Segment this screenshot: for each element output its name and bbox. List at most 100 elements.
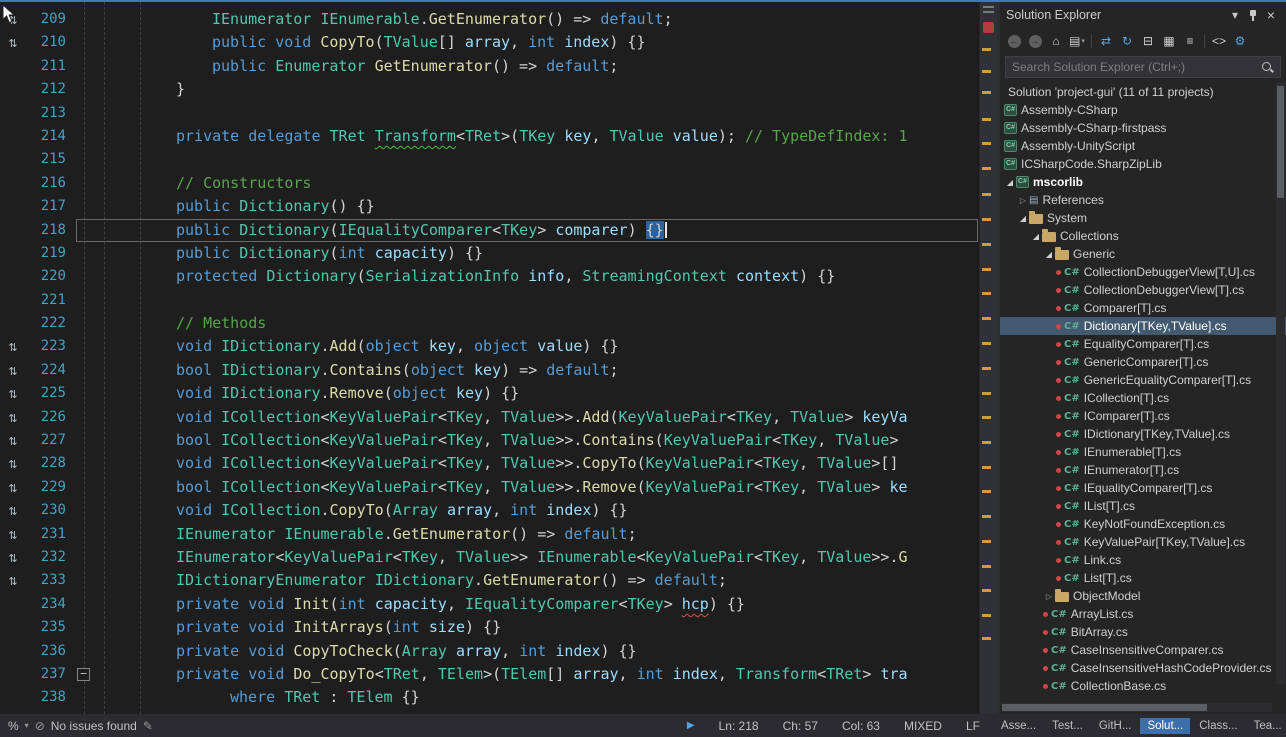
collapse-arrow-icon[interactable]: ◢: [1004, 178, 1016, 187]
collapse-arrow-icon[interactable]: ◢: [1043, 250, 1055, 259]
implements-icon[interactable]: ⇅: [8, 552, 17, 565]
tree-item[interactable]: C#CollectionDebuggerView[T].cs: [1000, 281, 1286, 299]
expand-arrow-icon[interactable]: ▷: [1043, 592, 1055, 601]
tree-horizontal-scrollbar[interactable]: [1002, 703, 1272, 712]
tree-item[interactable]: C#IComparer[T].cs: [1000, 407, 1286, 425]
tree-vertical-scrollbar[interactable]: [1276, 82, 1285, 684]
code-line[interactable]: ⇅233IDictionaryEnumerator IDictionary.Ge…: [0, 569, 979, 592]
sync-with-active-document-button[interactable]: ⇄: [1096, 31, 1116, 51]
toolwindow-menu-icon[interactable]: ▾: [1226, 6, 1244, 24]
code-line[interactable]: 236private void CopyToCheck(Array array,…: [0, 640, 979, 663]
tree-item[interactable]: C#CaseInsensitiveHashCodeProvider.cs: [1000, 659, 1286, 677]
properties-button[interactable]: ≡: [1180, 31, 1200, 51]
zoom-control[interactable]: % ▾: [8, 719, 29, 733]
code-line[interactable]: 218public Dictionary(IEqualityComparer<T…: [0, 219, 979, 242]
collapse-region-button[interactable]: −: [77, 668, 90, 681]
code-line[interactable]: ⇅224bool IDictionary.Contains(object key…: [0, 359, 979, 382]
tree-item[interactable]: ◢System: [1000, 209, 1286, 227]
tree-item[interactable]: C#Assembly-CSharp-firstpass: [1000, 119, 1286, 137]
tree-item[interactable]: C#KeyValuePair[TKey,TValue].cs: [1000, 533, 1286, 551]
panel-tab[interactable]: Test...: [1045, 718, 1090, 734]
implements-icon[interactable]: ⇅: [8, 14, 17, 27]
implements-icon[interactable]: ⇅: [8, 458, 17, 471]
code-editor[interactable]: ⇅209IEnumerator IEnumerable.GetEnumerato…: [0, 2, 997, 714]
expand-arrow-icon[interactable]: ▷: [1017, 196, 1029, 205]
code-line[interactable]: 213: [0, 102, 979, 125]
implements-icon[interactable]: ⇅: [8, 435, 17, 448]
tree-item[interactable]: C#IEnumerable[T].cs: [1000, 443, 1286, 461]
code-line[interactable]: 220protected Dictionary(SerializationInf…: [0, 265, 979, 288]
tree-item[interactable]: C#EqualityComparer[T].cs: [1000, 335, 1286, 353]
navigate-indicator-icon[interactable]: ▶: [687, 720, 695, 731]
code-line[interactable]: ⇅232IEnumerator<KeyValuePair<TKey, TValu…: [0, 546, 979, 569]
code-line[interactable]: 212}: [0, 78, 979, 101]
panel-tab[interactable]: Solut...: [1140, 718, 1190, 734]
tree-item[interactable]: Solution 'project-gui' (11 of 11 project…: [1000, 83, 1286, 101]
line-indicator[interactable]: Ln: 218: [719, 719, 759, 733]
back-button[interactable]: ←: [1004, 31, 1024, 51]
panel-tab[interactable]: GitH...: [1092, 718, 1139, 734]
search-box[interactable]: [1005, 56, 1281, 78]
code-area[interactable]: ⇅209IEnumerator IEnumerable.GetEnumerato…: [0, 2, 979, 714]
search-input[interactable]: [1012, 60, 1257, 74]
tree-item[interactable]: C#ICSharpCode.SharpZipLib: [1000, 155, 1286, 173]
code-line[interactable]: 237−private void Do_CopyTo<TRet, TElem>(…: [0, 663, 979, 686]
document-health-error-icon[interactable]: [983, 22, 994, 33]
tree-item[interactable]: C#Comparer[T].cs: [1000, 299, 1286, 317]
implements-icon[interactable]: ⇅: [8, 37, 17, 50]
tree-item[interactable]: C#ArrayList.cs: [1000, 605, 1286, 623]
tree-item[interactable]: ◢C#mscorlib: [1000, 173, 1286, 191]
tree-item[interactable]: C#CollectionDebuggerView[T,U].cs: [1000, 263, 1286, 281]
tree-item[interactable]: C#ICollection[T].cs: [1000, 389, 1286, 407]
code-line[interactable]: ⇅210public void CopyTo(TValue[] array, i…: [0, 31, 979, 54]
tree-item[interactable]: C#Assembly-CSharp: [1000, 101, 1286, 119]
tree-item[interactable]: C#IList[T].cs: [1000, 497, 1286, 515]
scrollbar-thumb[interactable]: [1277, 86, 1284, 198]
tree-item[interactable]: C#List[T].cs: [1000, 569, 1286, 587]
tree-item[interactable]: C#Assembly-UnityScript: [1000, 137, 1286, 155]
implements-icon[interactable]: ⇅: [8, 482, 17, 495]
code-line[interactable]: ⇅226void ICollection<KeyValuePair<TKey, …: [0, 406, 979, 429]
code-line[interactable]: ⇅228void ICollection<KeyValuePair<TKey, …: [0, 452, 979, 475]
implements-icon[interactable]: ⇅: [8, 505, 17, 518]
forward-button[interactable]: →: [1025, 31, 1045, 51]
tree-item[interactable]: ◢Collections: [1000, 227, 1286, 245]
code-line[interactable]: 222// Methods: [0, 312, 979, 335]
tree-item[interactable]: C#GenericEqualityComparer[T].cs: [1000, 371, 1286, 389]
code-line[interactable]: 216// Constructors: [0, 172, 979, 195]
tree-item[interactable]: C#Link.cs: [1000, 551, 1286, 569]
implements-icon[interactable]: ⇅: [8, 575, 17, 588]
tree-item[interactable]: C#BitArray.cs: [1000, 623, 1286, 641]
code-line[interactable]: ⇅225void IDictionary.Remove(object key) …: [0, 382, 979, 405]
code-line[interactable]: ⇅229bool ICollection<KeyValuePair<TKey, …: [0, 476, 979, 499]
code-line[interactable]: 221: [0, 289, 979, 312]
eol-indicator[interactable]: LF: [966, 719, 980, 733]
code-line[interactable]: ⇅231IEnumerator IEnumerable.GetEnumerato…: [0, 523, 979, 546]
code-line[interactable]: 235private void InitArrays(int size) {}: [0, 616, 979, 639]
home-button[interactable]: ⌂: [1046, 31, 1066, 51]
show-all-files-button[interactable]: ▦: [1159, 31, 1179, 51]
code-line[interactable]: 234private void Init(int capacity, IEqua…: [0, 593, 979, 616]
switch-views-button[interactable]: ▤▾: [1067, 31, 1087, 51]
tree-item[interactable]: C#CollectionBase.cs: [1000, 677, 1286, 695]
customize-button[interactable]: ⚙: [1230, 31, 1250, 51]
character-indicator[interactable]: Ch: 57: [783, 719, 818, 733]
tree-item[interactable]: ◢Generic: [1000, 245, 1286, 263]
code-line[interactable]: ⇅223void IDictionary.Add(object key, obj…: [0, 335, 979, 358]
implements-icon[interactable]: ⇅: [8, 341, 17, 354]
tree-item[interactable]: ▷▤References: [1000, 191, 1286, 209]
collapse-arrow-icon[interactable]: ◢: [1030, 232, 1042, 241]
panel-tab[interactable]: Class...: [1192, 718, 1244, 734]
tree-item[interactable]: ▷ObjectModel: [1000, 587, 1286, 605]
editor-split-handle[interactable]: [983, 6, 994, 13]
implements-icon[interactable]: ⇅: [8, 365, 17, 378]
column-indicator[interactable]: Col: 63: [842, 719, 880, 733]
code-line[interactable]: 217public Dictionary() {}: [0, 195, 979, 218]
tree-item[interactable]: C#IEqualityComparer[T].cs: [1000, 479, 1286, 497]
tree-item[interactable]: C#GenericComparer[T].cs: [1000, 353, 1286, 371]
tree-item[interactable]: C#IDictionary[TKey,TValue].cs: [1000, 425, 1286, 443]
issues-indicator[interactable]: ⊘ No issues found: [35, 719, 137, 733]
code-line[interactable]: 239private static KeyValuePair<TKey, TVa…: [0, 710, 979, 714]
view-code-button[interactable]: <>: [1209, 31, 1229, 51]
collapse-all-button[interactable]: ⊟: [1138, 31, 1158, 51]
